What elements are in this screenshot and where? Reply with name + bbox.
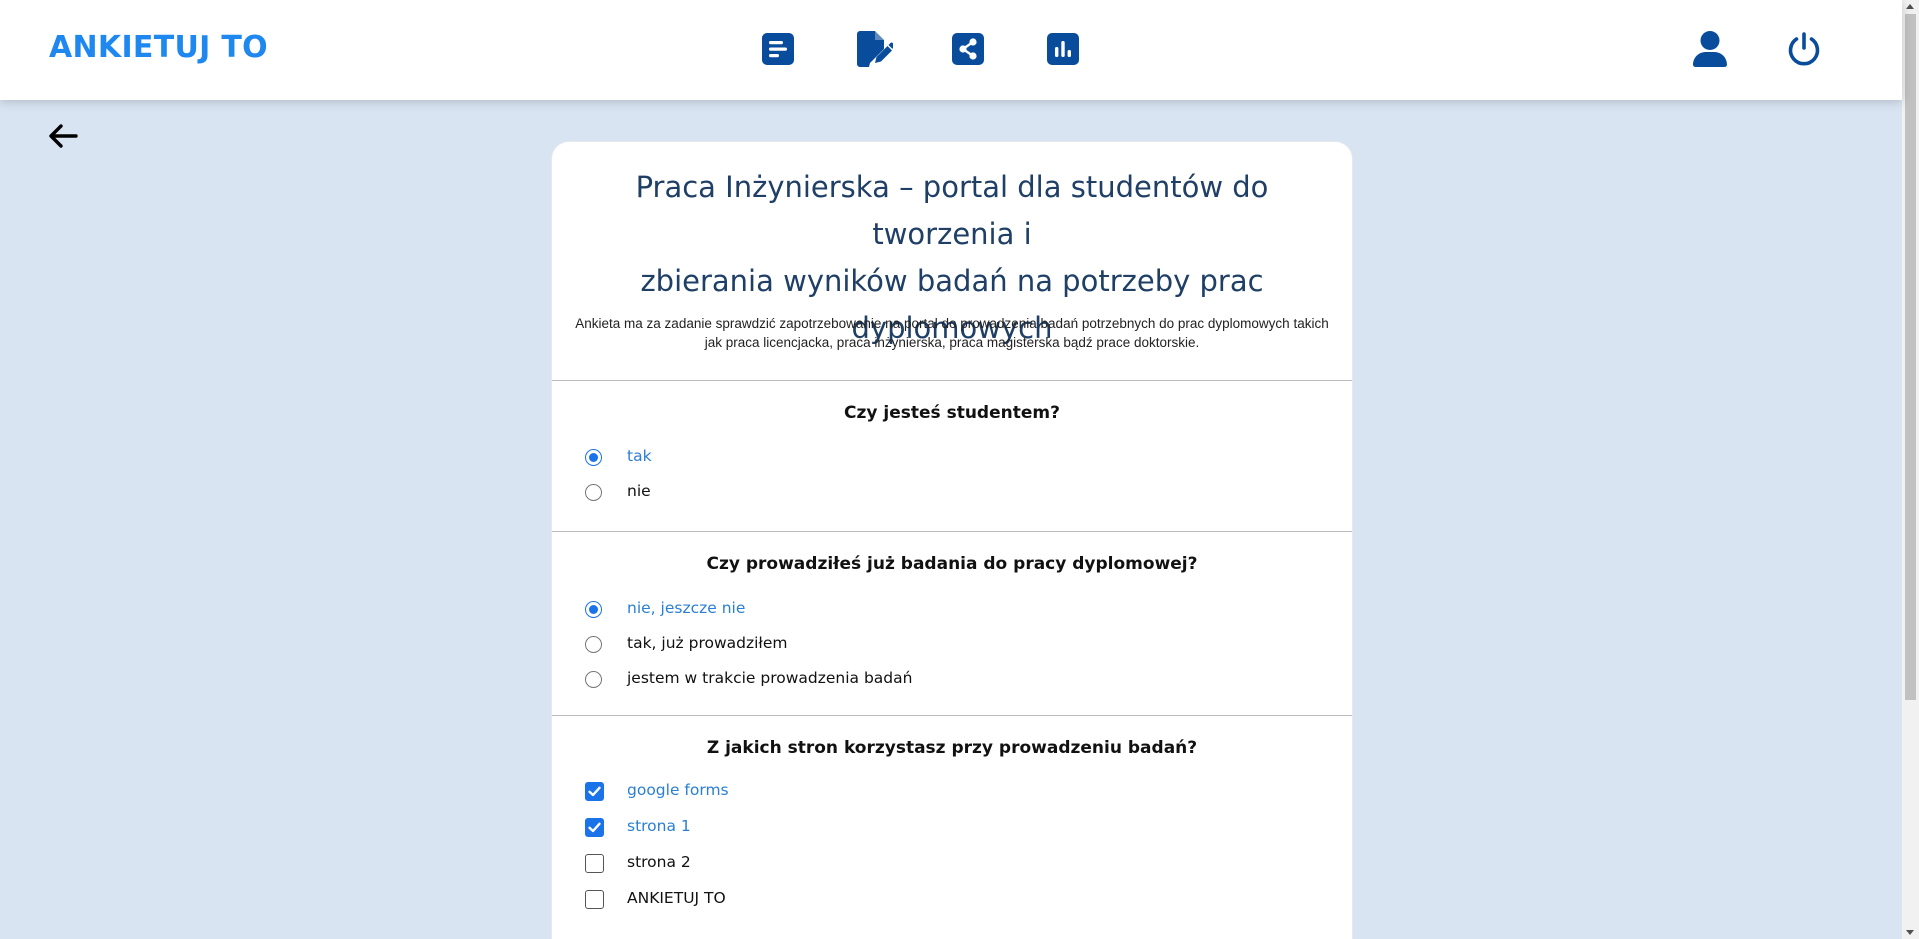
option-label: strona 2	[627, 853, 691, 871]
radio-button[interactable]	[585, 601, 602, 618]
question-1: Czy jesteś studentem? tak nie	[552, 381, 1352, 532]
scroll-up-arrow-icon[interactable]	[1906, 4, 1914, 9]
page-scrollbar[interactable]	[1902, 0, 1919, 939]
question-text: Z jakich stron korzystasz przy prowadzen…	[706, 738, 1198, 758]
brand-logo[interactable]: ANKIETUJ TO	[49, 30, 268, 65]
survey-title-line: Praca Inżynierska – portal dla studentów…	[635, 170, 1269, 251]
edit-survey-icon[interactable]	[855, 31, 893, 67]
user-icon[interactable]	[1693, 31, 1727, 67]
survey-description-line: jak praca licencjacka, praca inżynierska…	[704, 335, 1200, 350]
option-label: google forms	[627, 781, 729, 799]
question-text: Czy prowadziłeś już badania do pracy dyp…	[706, 554, 1198, 574]
share-icon[interactable]	[952, 33, 984, 65]
checkbox[interactable]	[585, 854, 604, 873]
top-navbar: ANKIETUJ TO	[0, 0, 1902, 100]
survey-card: Praca Inżynierska – portal dla studentów…	[551, 141, 1353, 939]
question-3: Z jakich stron korzystasz przy prowadzen…	[552, 716, 1352, 939]
survey-header: Praca Inżynierska – portal dla studentów…	[552, 142, 1352, 381]
checkbox[interactable]	[585, 818, 604, 837]
option-label: nie	[627, 482, 651, 500]
survey-title-line: zbierania wyników badań na potrzeby prac	[640, 264, 1264, 298]
checkbox[interactable]	[585, 782, 604, 801]
option-label: jestem w trakcie prowadzenia badań	[627, 669, 913, 687]
radio-button[interactable]	[585, 484, 602, 501]
scrollbar-thumb[interactable]	[1905, 14, 1916, 700]
option-label: tak	[627, 447, 652, 465]
survey-description: Ankieta ma za zadanie sprawdzić zapotrze…	[560, 314, 1344, 352]
radio-button[interactable]	[585, 671, 602, 688]
surveys-list-icon[interactable]	[762, 33, 794, 65]
back-arrow-icon[interactable]	[47, 122, 79, 150]
checkmark-icon	[588, 822, 601, 833]
question-2: Czy prowadziłeś już badania do pracy dyp…	[552, 532, 1352, 716]
option-label: ANKIETUJ TO	[627, 889, 726, 907]
results-chart-icon[interactable]	[1047, 33, 1079, 65]
question-text: Czy jesteś studentem?	[844, 403, 1060, 423]
option-label: strona 1	[627, 817, 691, 835]
option-label: nie, jeszcze nie	[627, 599, 746, 617]
page: ANKIETUJ TO Praca Inżynierska – portal d…	[0, 0, 1919, 939]
option-label: tak, już prowadziłem	[627, 634, 788, 652]
checkbox[interactable]	[585, 890, 604, 909]
checkmark-icon	[588, 786, 601, 797]
radio-button[interactable]	[585, 636, 602, 653]
scroll-down-arrow-icon[interactable]	[1906, 930, 1914, 935]
survey-description-line: Ankieta ma za zadanie sprawdzić zapotrze…	[575, 316, 1329, 331]
power-icon[interactable]	[1787, 32, 1821, 66]
radio-button[interactable]	[585, 449, 602, 466]
